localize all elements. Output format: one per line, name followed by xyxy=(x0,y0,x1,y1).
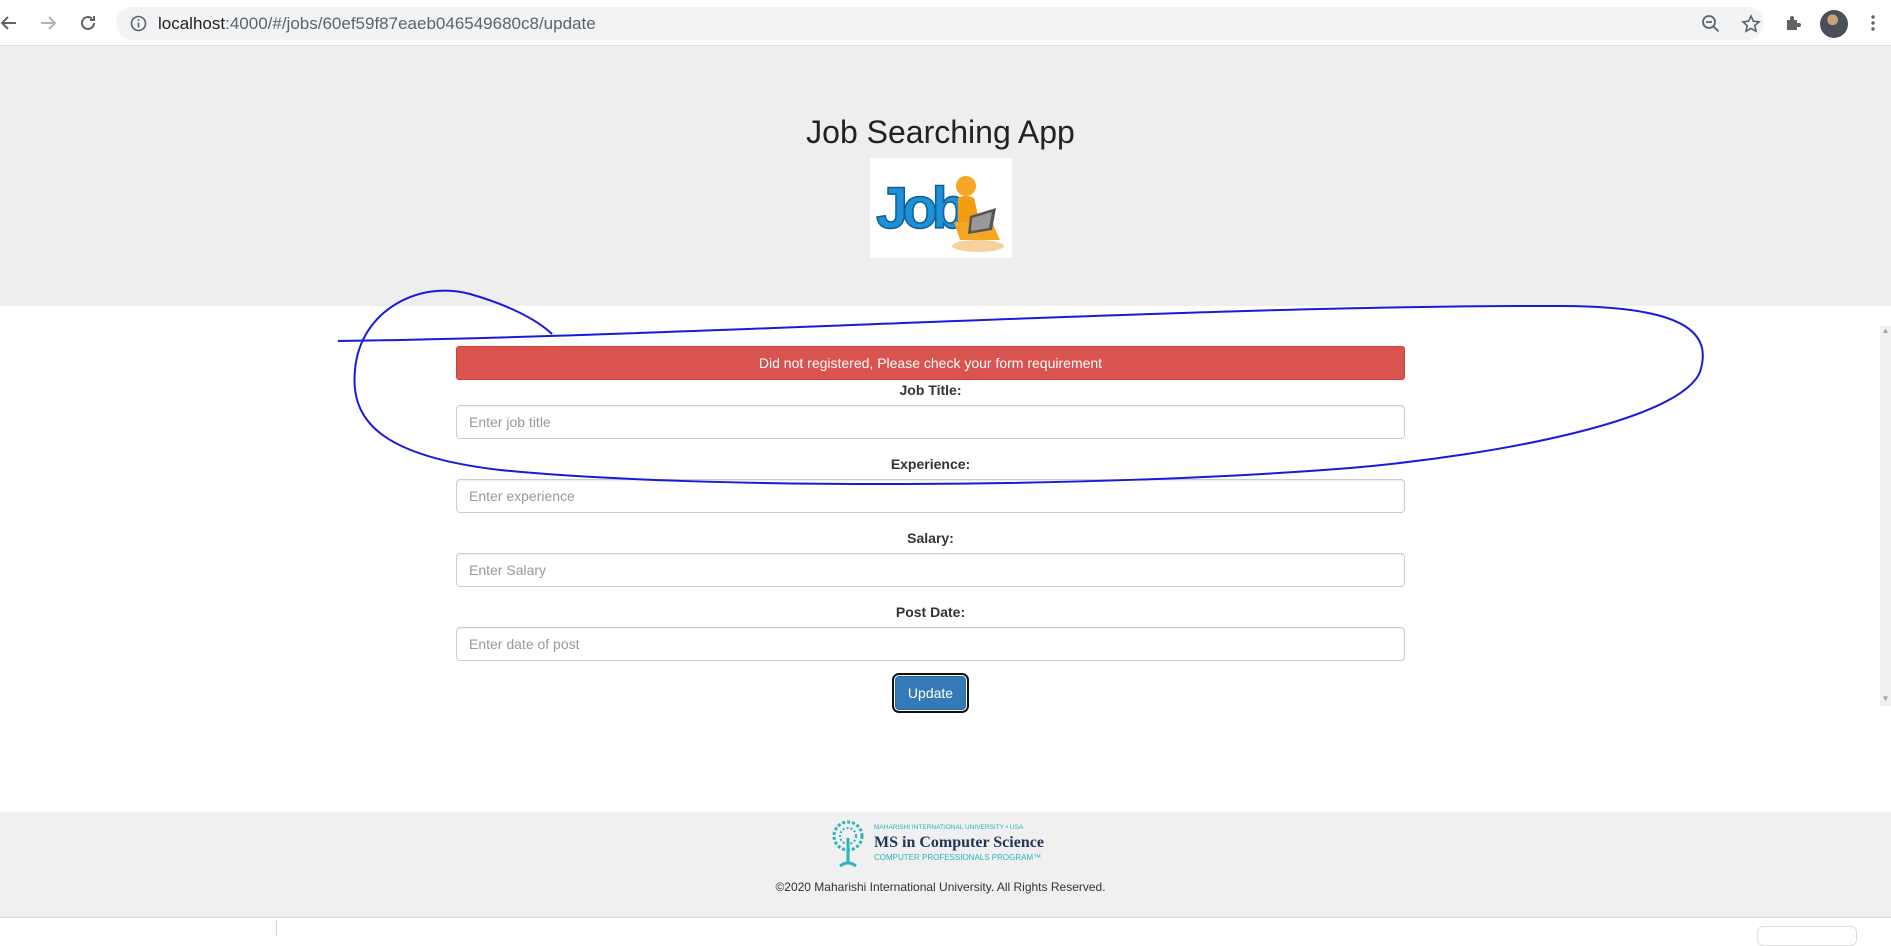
tree-icon xyxy=(832,820,864,868)
site-info-icon[interactable] xyxy=(130,15,147,32)
experience-label: Experience: xyxy=(890,456,971,472)
bottom-bar xyxy=(0,917,1891,946)
logo-wordmark: Job xyxy=(876,176,966,241)
browser-menu-icon[interactable] xyxy=(1860,10,1886,36)
post-date-label: Post Date: xyxy=(895,604,966,620)
browser-toolbar: localhost:4000/#/jobs/60ef59f87eaeb04654… xyxy=(0,0,1891,46)
profile-avatar[interactable] xyxy=(1820,10,1848,38)
job-title-label: Job Title: xyxy=(899,382,962,398)
scroll-up-icon[interactable]: ▲ xyxy=(1881,326,1890,335)
back-arrow-icon[interactable] xyxy=(0,10,22,36)
app-title: Job Searching App xyxy=(806,114,1075,150)
bottom-divider xyxy=(276,920,277,936)
miu-program-title: MS in Computer Science xyxy=(874,834,1044,851)
scroll-down-icon[interactable]: ▼ xyxy=(1881,694,1890,703)
salary-label: Salary: xyxy=(907,530,954,546)
error-alert: Did not registered, Please check your fo… xyxy=(456,346,1405,380)
url-host: localhost xyxy=(158,14,226,33)
address-bar[interactable]: localhost:4000/#/jobs/60ef59f87eaeb04654… xyxy=(116,7,1764,40)
update-button[interactable]: Update xyxy=(892,673,969,713)
job-title-input[interactable] xyxy=(456,405,1405,439)
extensions-puzzle-icon[interactable] xyxy=(1780,10,1806,36)
page-header: Job Searching App Job xyxy=(0,46,1891,306)
page-footer: MAHARISHI INTERNATIONAL UNIVERSITY • USA… xyxy=(0,812,1891,917)
copyright-text: ©2020 Maharishi International University… xyxy=(775,880,1106,894)
url-text: localhost:4000/#/jobs/60ef59f87eaeb04654… xyxy=(158,14,596,34)
experience-input[interactable] xyxy=(456,479,1405,513)
job-logo-image: Job xyxy=(870,158,1012,258)
url-path: :4000/#/jobs/60ef59f87eaeb046549680c8/up… xyxy=(225,14,596,33)
salary-input[interactable] xyxy=(456,553,1405,587)
miu-program-subtitle: COMPUTER PROFESSIONALS PROGRAM™ xyxy=(874,853,1041,862)
post-date-input[interactable] xyxy=(456,627,1405,661)
reload-icon[interactable] xyxy=(75,10,101,36)
miu-university-line: MAHARISHI INTERNATIONAL UNIVERSITY • USA xyxy=(874,824,1024,831)
zoom-out-icon[interactable] xyxy=(1701,14,1721,34)
bookmark-star-icon[interactable] xyxy=(1741,14,1761,34)
page-scrollbar[interactable] xyxy=(1880,326,1891,706)
bottom-chip[interactable] xyxy=(1757,926,1857,946)
forward-arrow-icon[interactable] xyxy=(35,10,61,36)
miu-logo: MAHARISHI INTERNATIONAL UNIVERSITY • USA… xyxy=(822,820,1062,874)
